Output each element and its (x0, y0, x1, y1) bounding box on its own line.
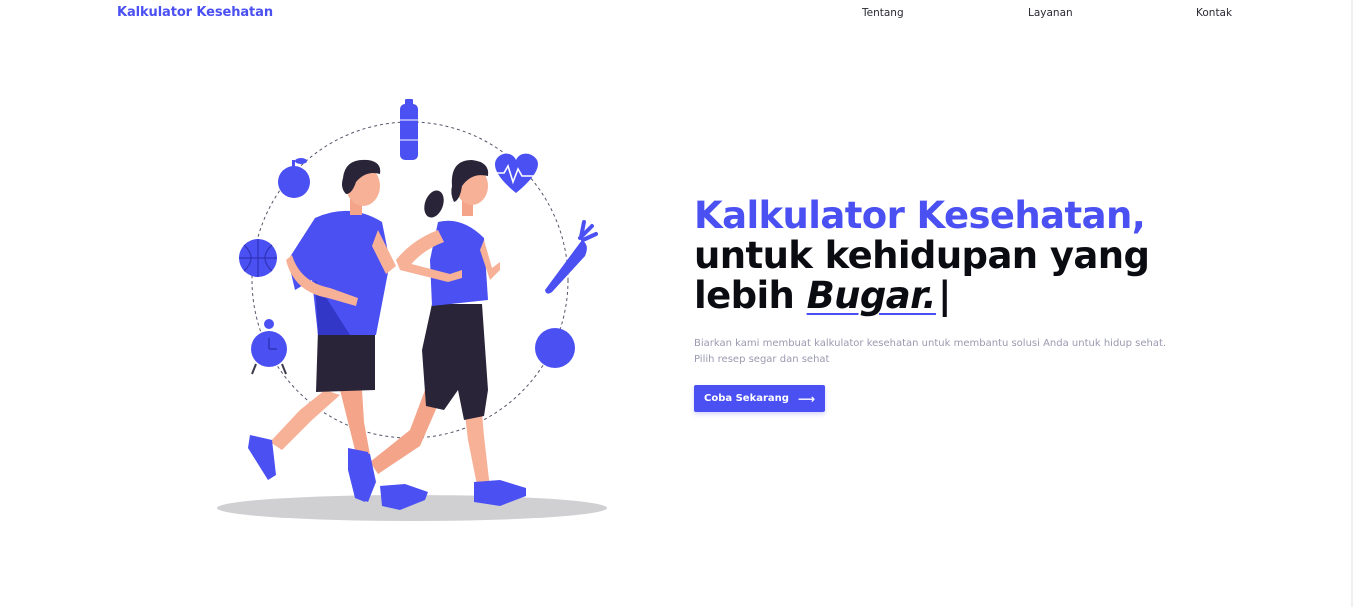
nav-link-tentang[interactable]: Tentang (862, 7, 904, 19)
landing-page: Kalkulator Kesehatan Tentang Layanan Kon… (0, 0, 1353, 607)
water-bottle-icon (400, 99, 418, 160)
hero-section: Kalkulator Kesehatan, untuk kehidupan ya… (694, 196, 1254, 412)
man-runner (248, 159, 396, 502)
apple-icon (278, 158, 310, 198)
brand-logo[interactable]: Kalkulator Kesehatan (117, 5, 273, 20)
carrot-icon (545, 220, 598, 294)
basketball-icon (239, 239, 277, 277)
alarm-clock-icon (251, 319, 287, 375)
hero-title-emphasis: Bugar. (806, 274, 937, 317)
hero-title-line-3: lebih Bugar.| (694, 276, 1254, 316)
arrow-right-icon: ⟶ (797, 391, 816, 406)
nav-link-kontak[interactable]: Kontak (1196, 7, 1232, 19)
hero-title-prefix: lebih (694, 274, 807, 317)
hero-title-line-2: untuk kehidupan yang (694, 234, 1150, 277)
heart-rate-icon (494, 153, 538, 193)
try-now-label: Coba Sekarang (704, 393, 789, 404)
hero-title-accent: Kalkulator Kesehatan, (694, 194, 1146, 237)
typing-cursor: | (938, 274, 952, 317)
hero-title: Kalkulator Kesehatan, untuk kehidupan ya… (694, 196, 1254, 316)
nav-link-layanan[interactable]: Layanan (1028, 7, 1073, 19)
joggers-illustration (217, 99, 607, 521)
ball-icon (535, 328, 575, 368)
try-now-button[interactable]: Coba Sekarang ⟶ (694, 385, 826, 412)
hero-description: Biarkan kami membuat kalkulator kesehata… (694, 338, 1167, 365)
